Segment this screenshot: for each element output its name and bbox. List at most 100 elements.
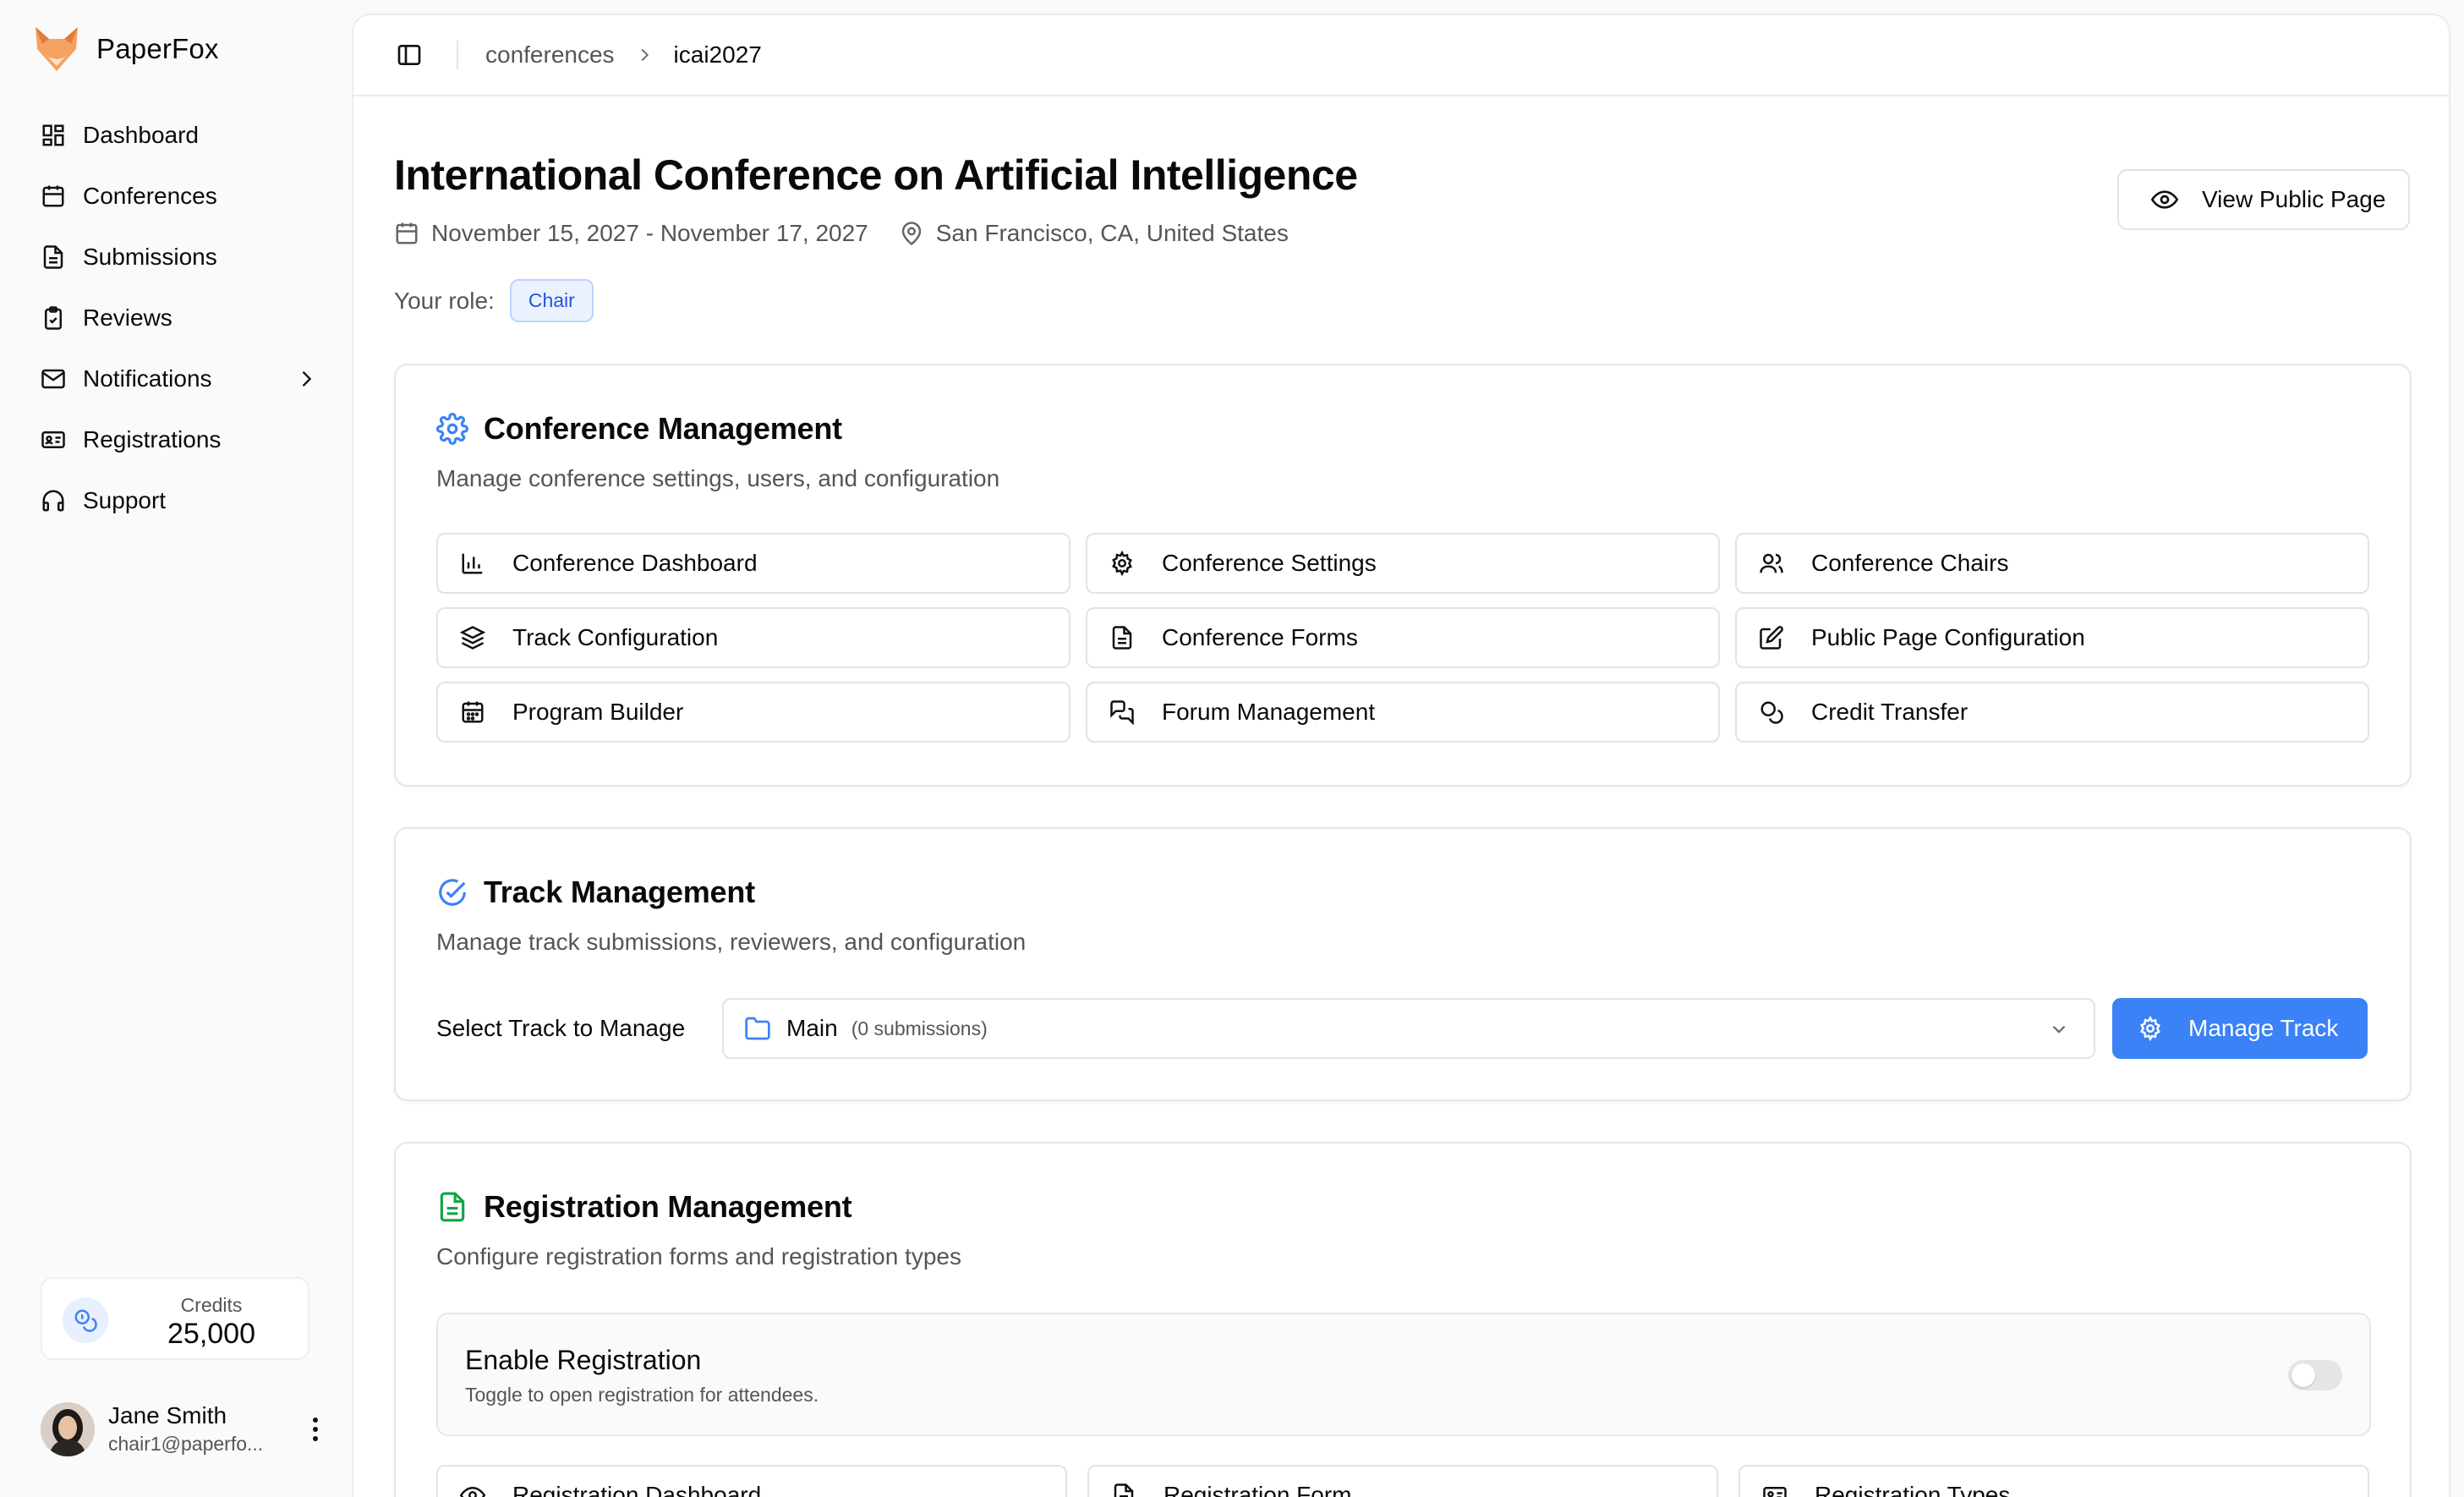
sidebar: PaperFox Dashboard Conferences Submissio… (0, 0, 350, 1497)
enable-registration-toggle[interactable] (2288, 1360, 2342, 1390)
conference-settings-button[interactable]: Conference Settings (1086, 533, 1720, 594)
chat-icon (1108, 698, 1136, 727)
conference-forms-button[interactable]: Conference Forms (1086, 607, 1720, 668)
credit-transfer-button[interactable]: Credit Transfer (1735, 682, 2369, 743)
calendar-grid-icon (458, 698, 487, 727)
users-icon (1757, 549, 1786, 578)
credits-widget[interactable]: Credits 25,000 (41, 1277, 309, 1360)
eye-icon (458, 1481, 487, 1497)
headphones-icon (39, 486, 68, 515)
sidebar-item-submissions[interactable]: Submissions (22, 227, 321, 288)
conference-location: San Francisco, CA, United States (935, 220, 1289, 246)
sidebar-item-conferences[interactable]: Conferences (22, 166, 321, 227)
brand[interactable]: PaperFox (34, 25, 219, 73)
gear-icon (2138, 1016, 2163, 1041)
check-circle-icon (436, 876, 468, 908)
avatar (41, 1402, 95, 1456)
card-header: Registration Management (436, 1189, 852, 1225)
sidebar-item-support[interactable]: Support (22, 470, 321, 531)
user-menu[interactable]: Jane Smith chair1@paperfo... (41, 1402, 320, 1458)
fox-logo-icon (34, 25, 79, 73)
clipboard-check-icon (39, 304, 68, 332)
sidebar-item-label: Registrations (83, 426, 222, 452)
tile-label: Registration Form (1164, 1482, 1352, 1497)
tile-label: Conference Settings (1162, 550, 1377, 576)
track-configuration-button[interactable]: Track Configuration (436, 607, 1070, 668)
registration-types-button[interactable]: Registration Types (1738, 1465, 2369, 1497)
tile-label: Conference Dashboard (512, 550, 758, 576)
gear-icon (436, 413, 468, 445)
role-row: Your role: Chair (394, 279, 594, 322)
tile-label: Track Configuration (512, 624, 719, 650)
selected-track-count: (0 submissions) (851, 1017, 988, 1039)
sidebar-item-label: Support (83, 487, 167, 513)
track-select-label: Select Track to Manage (436, 1015, 686, 1041)
breadcrumb-conferences[interactable]: conferences (485, 41, 615, 69)
conference-dates: November 15, 2027 - November 17, 2027 (431, 220, 868, 246)
conference-chairs-button[interactable]: Conference Chairs (1735, 533, 2369, 594)
tile-label: Conference Forms (1162, 624, 1358, 650)
card-title: Track Management (484, 875, 755, 909)
more-vertical-icon[interactable] (311, 1416, 320, 1443)
track-select[interactable]: Main (0 submissions) (722, 998, 2095, 1059)
sidebar-toggle-icon[interactable] (396, 41, 423, 69)
manage-track-button[interactable]: Manage Track (2112, 998, 2368, 1059)
card-header: Conference Management (436, 411, 842, 447)
user-name: Jane Smith (108, 1402, 227, 1428)
program-builder-button[interactable]: Program Builder (436, 682, 1070, 743)
registration-tiles: Registration Dashboard Registration Form… (436, 1465, 2369, 1497)
sidebar-item-registrations[interactable]: Registrations (22, 409, 321, 470)
conference-meta: November 15, 2027 - November 17, 2027 Sa… (394, 220, 1289, 247)
sidebar-item-label: Dashboard (83, 122, 199, 148)
tile-label: Credit Transfer (1811, 699, 1968, 725)
conference-dashboard-button[interactable]: Conference Dashboard (436, 533, 1070, 594)
sidebar-item-label: Submissions (83, 244, 217, 270)
role-label: Your role: (394, 287, 495, 314)
management-tiles: Conference Dashboard Conference Settings… (436, 533, 2369, 743)
card-description: Manage conference settings, users, and c… (436, 465, 1000, 491)
track-management-card: Track Management Manage track submission… (394, 827, 2412, 1101)
page-title: International Conference on Artificial I… (394, 151, 1358, 199)
tile-label: Registration Types (1815, 1482, 2011, 1497)
mail-icon (39, 365, 68, 393)
card-header: Track Management (436, 875, 755, 910)
sidebar-nav: Dashboard Conferences Submissions Review… (22, 105, 321, 531)
forum-management-button[interactable]: Forum Management (1086, 682, 1720, 743)
sidebar-item-label: Notifications (83, 365, 212, 392)
card-description: Configure registration forms and registr… (436, 1243, 961, 1269)
sidebar-item-reviews[interactable]: Reviews (22, 288, 321, 348)
role-badge: Chair (509, 279, 594, 322)
sidebar-item-label: Conferences (83, 183, 217, 209)
card-description: Manage track submissions, reviewers, and… (436, 929, 1027, 955)
coins-icon (1757, 698, 1786, 727)
breadcrumb-current: icai2027 (673, 41, 762, 68)
public-page-configuration-button[interactable]: Public Page Configuration (1735, 607, 2369, 668)
registration-dashboard-button[interactable]: Registration Dashboard (436, 1465, 1067, 1497)
registration-form-button[interactable]: Registration Form (1087, 1465, 1718, 1497)
folder-icon (744, 1015, 771, 1042)
dashboard-icon (39, 121, 68, 150)
sidebar-item-label: Reviews (83, 304, 172, 331)
view-public-page-label: View Public Page (2202, 186, 2386, 212)
track-select-row: Select Track to Manage Main (0 submissio… (436, 998, 2373, 1059)
selected-track-name: Main (786, 1015, 838, 1041)
sidebar-item-notifications[interactable]: Notifications (22, 348, 321, 409)
eye-icon (2151, 186, 2178, 213)
calendar-icon (39, 182, 68, 211)
map-pin-icon (899, 221, 924, 246)
id-card-icon (39, 425, 68, 454)
main-panel: conferences icai2027 International Confe… (352, 14, 2450, 1497)
calendar-icon (394, 221, 419, 246)
breadcrumb: conferences icai2027 (485, 41, 762, 69)
topbar-divider (457, 41, 458, 69)
credits-value: 25,000 (167, 1318, 255, 1350)
app-name: PaperFox (96, 33, 219, 64)
enable-registration-title: Enable Registration (465, 1345, 702, 1375)
chevron-right-icon[interactable] (294, 367, 318, 391)
view-public-page-button[interactable]: View Public Page (2117, 169, 2410, 230)
coins-icon (63, 1297, 108, 1343)
layers-icon (458, 623, 487, 652)
file-text-icon (1109, 1481, 1138, 1497)
top-bar: conferences icai2027 (353, 15, 2449, 96)
sidebar-item-dashboard[interactable]: Dashboard (22, 105, 321, 166)
